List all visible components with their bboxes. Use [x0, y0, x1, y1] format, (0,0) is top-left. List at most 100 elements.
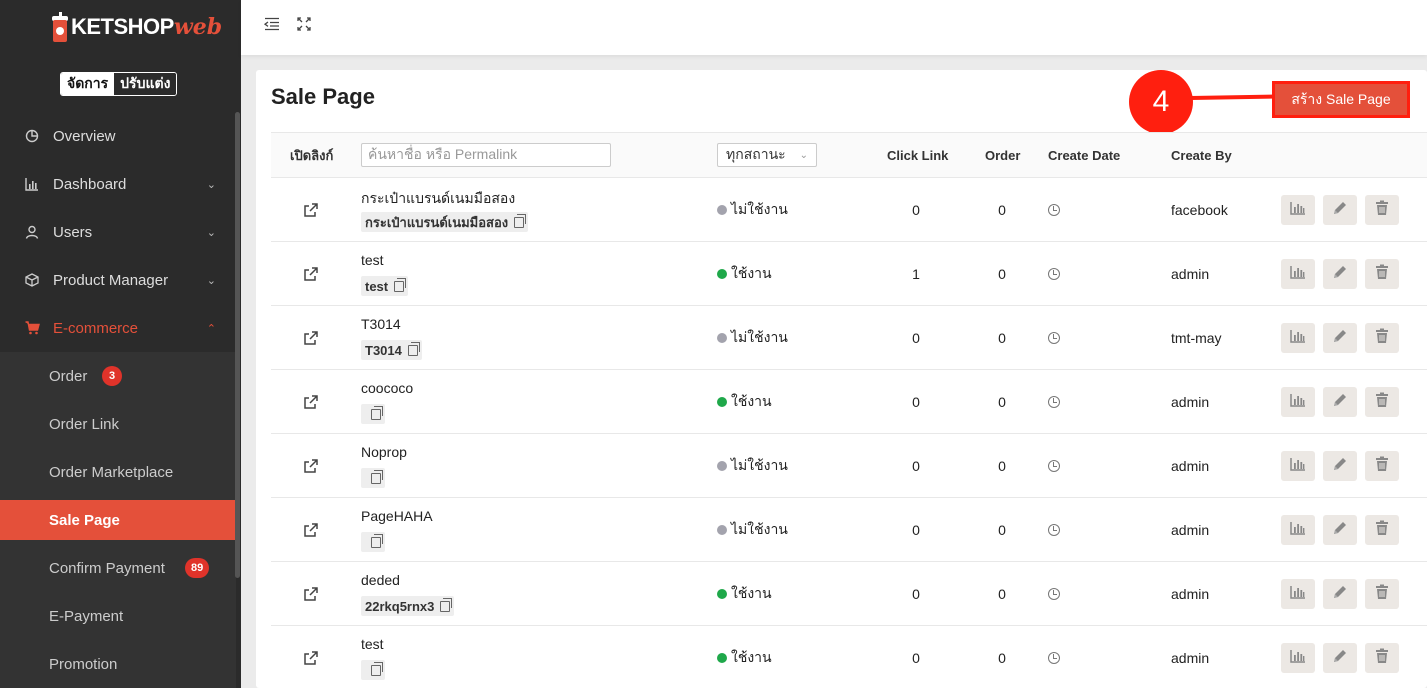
edit-button[interactable]	[1323, 451, 1357, 481]
order-header[interactable]: Order	[985, 133, 1020, 178]
status-text: ไม่ใช้งาน	[731, 201, 788, 217]
sidebar-item-product-manager[interactable]: Product Manager ⌄	[0, 256, 236, 304]
mode-manage-button[interactable]: จัดการ	[61, 73, 115, 95]
sidebar-item-promotion[interactable]: Promotion	[0, 640, 236, 688]
fullscreen-icon[interactable]	[295, 15, 313, 33]
bar-chart-icon	[1290, 329, 1306, 348]
sidebar-item-sale-page[interactable]: Sale Page	[0, 500, 236, 540]
trash-icon	[1375, 392, 1389, 413]
stats-button[interactable]	[1281, 515, 1315, 545]
clock-icon	[1048, 524, 1060, 536]
permalink-chip[interactable]	[361, 404, 385, 424]
create-by-header[interactable]: Create By	[1171, 133, 1232, 178]
stats-button[interactable]	[1281, 323, 1315, 353]
edit-button[interactable]	[1323, 579, 1357, 609]
copy-icon[interactable]	[371, 469, 383, 484]
external-link-icon[interactable]	[303, 330, 319, 346]
external-link-icon[interactable]	[303, 202, 319, 218]
edit-button[interactable]	[1323, 515, 1357, 545]
order-count-badge: 3	[102, 366, 122, 386]
sidebar-scrollbar[interactable]	[235, 112, 240, 578]
open-link-header: เปิดลิงก์	[290, 148, 334, 163]
permalink-chip[interactable]: กระเป๋าแบรนด์เนมมือสอง	[361, 212, 529, 232]
stats-button[interactable]	[1281, 643, 1315, 673]
permalink-chip[interactable]	[361, 532, 385, 552]
external-link-icon[interactable]	[303, 650, 319, 666]
stats-button[interactable]	[1281, 579, 1315, 609]
stats-button[interactable]	[1281, 451, 1315, 481]
search-input[interactable]: ค้นหาชื่อ หรือ Permalink	[361, 143, 611, 167]
status-text: ใช้งาน	[731, 265, 772, 281]
edit-button[interactable]	[1323, 387, 1357, 417]
mode-customize-button[interactable]: ปรับแต่ง	[114, 73, 177, 95]
permalink-chip[interactable]: test	[361, 276, 409, 296]
sidebar-item-dashboard[interactable]: Dashboard ⌄	[0, 160, 236, 208]
copy-icon[interactable]	[371, 405, 383, 420]
order-count: 0	[998, 330, 1006, 346]
delete-button[interactable]	[1365, 579, 1399, 609]
bar-chart-icon	[1290, 265, 1306, 284]
external-link-icon[interactable]	[303, 586, 319, 602]
delete-button[interactable]	[1365, 387, 1399, 417]
copy-icon[interactable]	[407, 341, 420, 356]
copy-icon[interactable]	[394, 277, 407, 292]
status-text: ใช้งาน	[731, 393, 772, 409]
order-count: 0	[998, 458, 1006, 474]
delete-button[interactable]	[1365, 195, 1399, 225]
create-date-header[interactable]: Create Date	[1048, 133, 1120, 178]
created-by: tmt-may	[1171, 330, 1222, 346]
permalink-chip[interactable]: 22rkq5rnx3	[361, 596, 455, 616]
external-link-icon[interactable]	[303, 266, 319, 282]
sidebar-item-overview[interactable]: Overview	[0, 112, 236, 160]
click-link-count: 0	[912, 650, 920, 666]
sidebar: KETSHOP web จัดการ ปรับแต่ง Overview Das…	[0, 0, 241, 688]
click-link-header[interactable]: Click Link	[887, 133, 948, 178]
permalink-text: T3014	[365, 342, 402, 358]
bar-chart-icon	[1290, 649, 1306, 668]
delete-button[interactable]	[1365, 451, 1399, 481]
trash-icon	[1375, 200, 1389, 221]
permalink-chip[interactable]: T3014	[361, 340, 422, 360]
delete-button[interactable]	[1365, 643, 1399, 673]
table-row: Noprop ไม่ใช้งาน 0 0 admin	[271, 434, 1427, 498]
delete-button[interactable]	[1365, 515, 1399, 545]
status-filter-select[interactable]: ทุกสถานะ ⌄	[717, 143, 817, 167]
stats-button[interactable]	[1281, 195, 1315, 225]
collapse-menu-icon[interactable]	[263, 15, 281, 33]
permalink-chip[interactable]	[361, 468, 385, 488]
external-link-icon[interactable]	[303, 522, 319, 538]
external-link-icon[interactable]	[303, 458, 319, 474]
sidebar-item-users[interactable]: Users ⌄	[0, 208, 236, 256]
sidebar-item-confirm-payment[interactable]: Confirm Payment 89	[0, 544, 236, 592]
chevron-up-icon: ⌃	[206, 322, 216, 335]
cart-icon	[24, 320, 40, 336]
user-icon	[24, 224, 40, 240]
copy-icon[interactable]	[371, 661, 383, 676]
edit-button[interactable]	[1323, 259, 1357, 289]
stats-button[interactable]	[1281, 259, 1315, 289]
sidebar-item-ecommerce[interactable]: E-commerce ⌃	[0, 304, 236, 352]
copy-icon[interactable]	[440, 597, 453, 612]
status-dot-icon	[717, 397, 727, 407]
edit-button[interactable]	[1323, 643, 1357, 673]
pie-chart-icon	[24, 128, 40, 144]
edit-button[interactable]	[1323, 323, 1357, 353]
external-link-icon[interactable]	[303, 394, 319, 410]
brand-logo[interactable]: KETSHOP web	[52, 10, 222, 44]
create-sale-page-button[interactable]: สร้าง Sale Page	[1272, 81, 1410, 118]
sidebar-item-order-link[interactable]: Order Link	[0, 400, 236, 448]
copy-icon[interactable]	[371, 533, 383, 548]
copy-icon[interactable]	[514, 213, 527, 228]
click-link-count: 0	[912, 202, 920, 218]
table-row: test test ใช้งาน 1 0 admin	[271, 242, 1427, 306]
sidebar-item-order[interactable]: Order 3	[0, 352, 236, 400]
delete-button[interactable]	[1365, 259, 1399, 289]
sidebar-item-order-marketplace[interactable]: Order Marketplace	[0, 448, 236, 496]
sidebar-item-e-payment[interactable]: E-Payment	[0, 592, 236, 640]
stats-button[interactable]	[1281, 387, 1315, 417]
clock-icon	[1048, 460, 1060, 472]
delete-button[interactable]	[1365, 323, 1399, 353]
click-link-count: 1	[912, 266, 920, 282]
edit-button[interactable]	[1323, 195, 1357, 225]
permalink-chip[interactable]	[361, 660, 385, 680]
